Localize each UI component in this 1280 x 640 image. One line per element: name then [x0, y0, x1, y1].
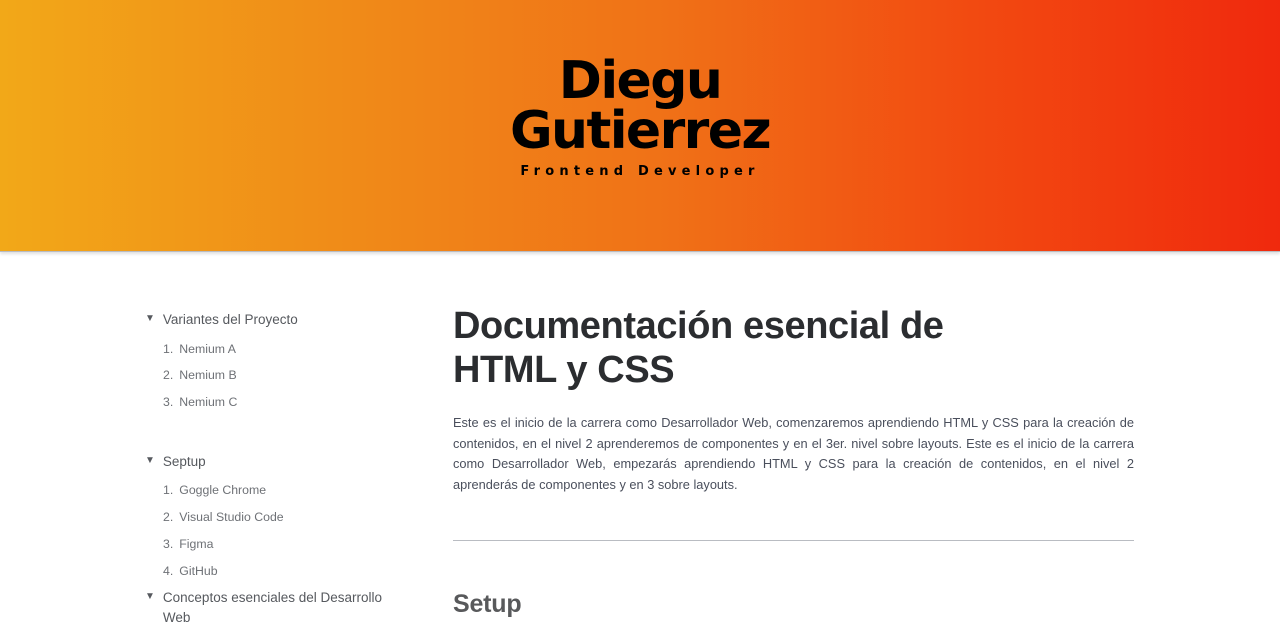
list-item-label: GitHub	[179, 563, 218, 578]
list-index: 3.	[163, 395, 174, 410]
nav-group-conceptos-esenciales: ▼ Conceptos esenciales del Desarrollo We…	[145, 588, 407, 627]
nav-item-list: 1. Goggle Chrome 2. Visual Studio Code 3…	[145, 477, 407, 584]
nav-group-label: Septup	[162, 453, 206, 469]
list-item-label: Nemium A	[179, 341, 236, 356]
list-item-label: Visual Studio Code	[179, 510, 284, 525]
list-item-label: Goggle Chrome	[179, 483, 267, 498]
sidebar-item-nemium-a[interactable]: 1. Nemium A	[145, 336, 407, 363]
sidebar-item-goggle-chrome[interactable]: 1. Goggle Chrome	[145, 477, 407, 504]
sidebar-item-github[interactable]: 4. GitHub	[145, 558, 407, 585]
list-item-label: Nemium C	[179, 395, 238, 410]
nav-group-label: Conceptos esenciales del Desarrollo Web	[162, 590, 383, 625]
section-heading-setup: Setup	[453, 589, 522, 618]
list-index: 2.	[163, 510, 174, 525]
list-item-label: Figma	[179, 536, 214, 551]
nav-item-list: 1. Nemium A 2. Nemium B 3. Nemium C	[145, 336, 407, 416]
body-area: ▼ Variantes del Proyecto 1. Nemium A 2. …	[0, 252, 1280, 640]
sidebar-navigation: ▼ Variantes del Proyecto 1. Nemium A 2. …	[145, 310, 407, 634]
brand-logo: Diegu Gutierrez Frontend Developer	[0, 51, 1280, 179]
sidebar-item-figma[interactable]: 3. Figma	[145, 531, 407, 558]
brand-name-first: Diegu	[558, 51, 723, 111]
list-item-label: Nemium B	[179, 368, 237, 383]
page-title: Documentación esencial de HTML y CSS	[453, 305, 944, 392]
site-header: Diegu Gutierrez Frontend Developer	[0, 0, 1280, 252]
intro-paragraph: Este es el inicio de la carrera como Des…	[453, 414, 1134, 493]
nav-group-variantes-del-proyecto: ▼ Variantes del Proyecto 1. Nemium A 2. …	[145, 310, 407, 416]
list-index: 1.	[163, 341, 174, 356]
list-index: 1.	[163, 483, 174, 498]
chevron-down-icon: ▼	[145, 454, 155, 466]
nav-group-toggle-conceptos-esenciales[interactable]: ▼ Conceptos esenciales del Desarrollo We…	[145, 588, 407, 627]
nav-group-toggle-variantes-del-proyecto[interactable]: ▼ Variantes del Proyecto	[145, 310, 407, 330]
brand-tagline: Frontend Developer	[520, 163, 760, 179]
sidebar-item-visual-studio-code[interactable]: 2. Visual Studio Code	[145, 504, 407, 531]
list-index: 3.	[163, 536, 174, 551]
nav-group-septup: ▼ Septup 1. Goggle Chrome 2. Visual Stud…	[145, 452, 407, 585]
list-index: 4.	[163, 563, 174, 578]
nav-group-label: Variantes del Proyecto	[162, 312, 298, 327]
main-content: Documentación esencial de HTML y CSS Est…	[453, 304, 1134, 619]
section-divider	[453, 539, 1134, 541]
sidebar-item-nemium-b[interactable]: 2. Nemium B	[145, 362, 407, 389]
list-index: 2.	[163, 368, 174, 383]
nav-group-toggle-septup[interactable]: ▼ Septup	[145, 452, 407, 472]
chevron-down-icon: ▼	[145, 313, 155, 324]
sidebar-item-nemium-c[interactable]: 3. Nemium C	[145, 389, 407, 416]
brand-name-last: Gutierrez	[509, 100, 772, 161]
page-root: Diegu Gutierrez Frontend Developer ▼ Var…	[0, 0, 1280, 640]
chevron-down-icon: ▼	[145, 591, 155, 603]
